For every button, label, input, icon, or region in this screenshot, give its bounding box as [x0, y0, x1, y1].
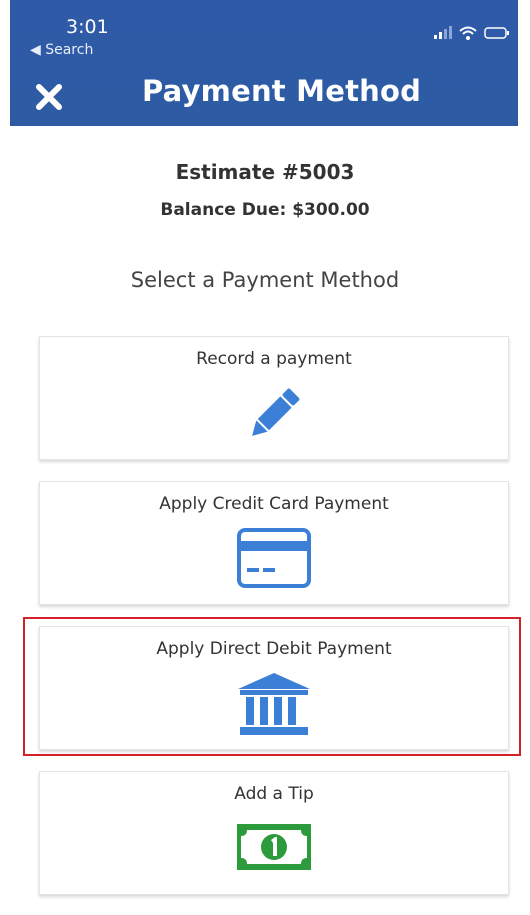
page-title: Payment Method [142, 74, 422, 108]
credit-card-payment-label: Apply Credit Card Payment [159, 494, 389, 514]
pencil-icon [252, 388, 300, 436]
credit-card-payment-button[interactable]: Apply Credit Card Payment [39, 481, 509, 605]
close-icon[interactable] [36, 84, 62, 110]
record-payment-button[interactable]: Record a payment [39, 336, 509, 460]
estimate-title: Estimate #5003 [175, 160, 355, 184]
status-icons [432, 26, 510, 40]
app-header: 3:01 ◀ Search Payment Method [10, 0, 518, 126]
credit-card-icon [237, 528, 311, 588]
wifi-icon [459, 26, 477, 40]
battery-icon [484, 27, 509, 39]
signal-icon [434, 26, 452, 39]
add-tip-label: Add a Tip [234, 784, 314, 804]
bank-icon [238, 673, 310, 735]
back-to-search-link[interactable]: ◀ Search [30, 42, 93, 58]
direct-debit-payment-button[interactable]: Apply Direct Debit Payment [39, 626, 509, 750]
add-tip-button[interactable]: Add a Tip [39, 771, 509, 895]
direct-debit-payment-label: Apply Direct Debit Payment [156, 639, 392, 659]
record-payment-label: Record a payment [196, 349, 352, 369]
balance-due: Balance Due: $300.00 [160, 200, 370, 220]
dollar-bill-icon [237, 824, 311, 870]
status-time: 3:01 [66, 16, 109, 38]
select-method-label: Select a Payment Method [130, 268, 400, 292]
